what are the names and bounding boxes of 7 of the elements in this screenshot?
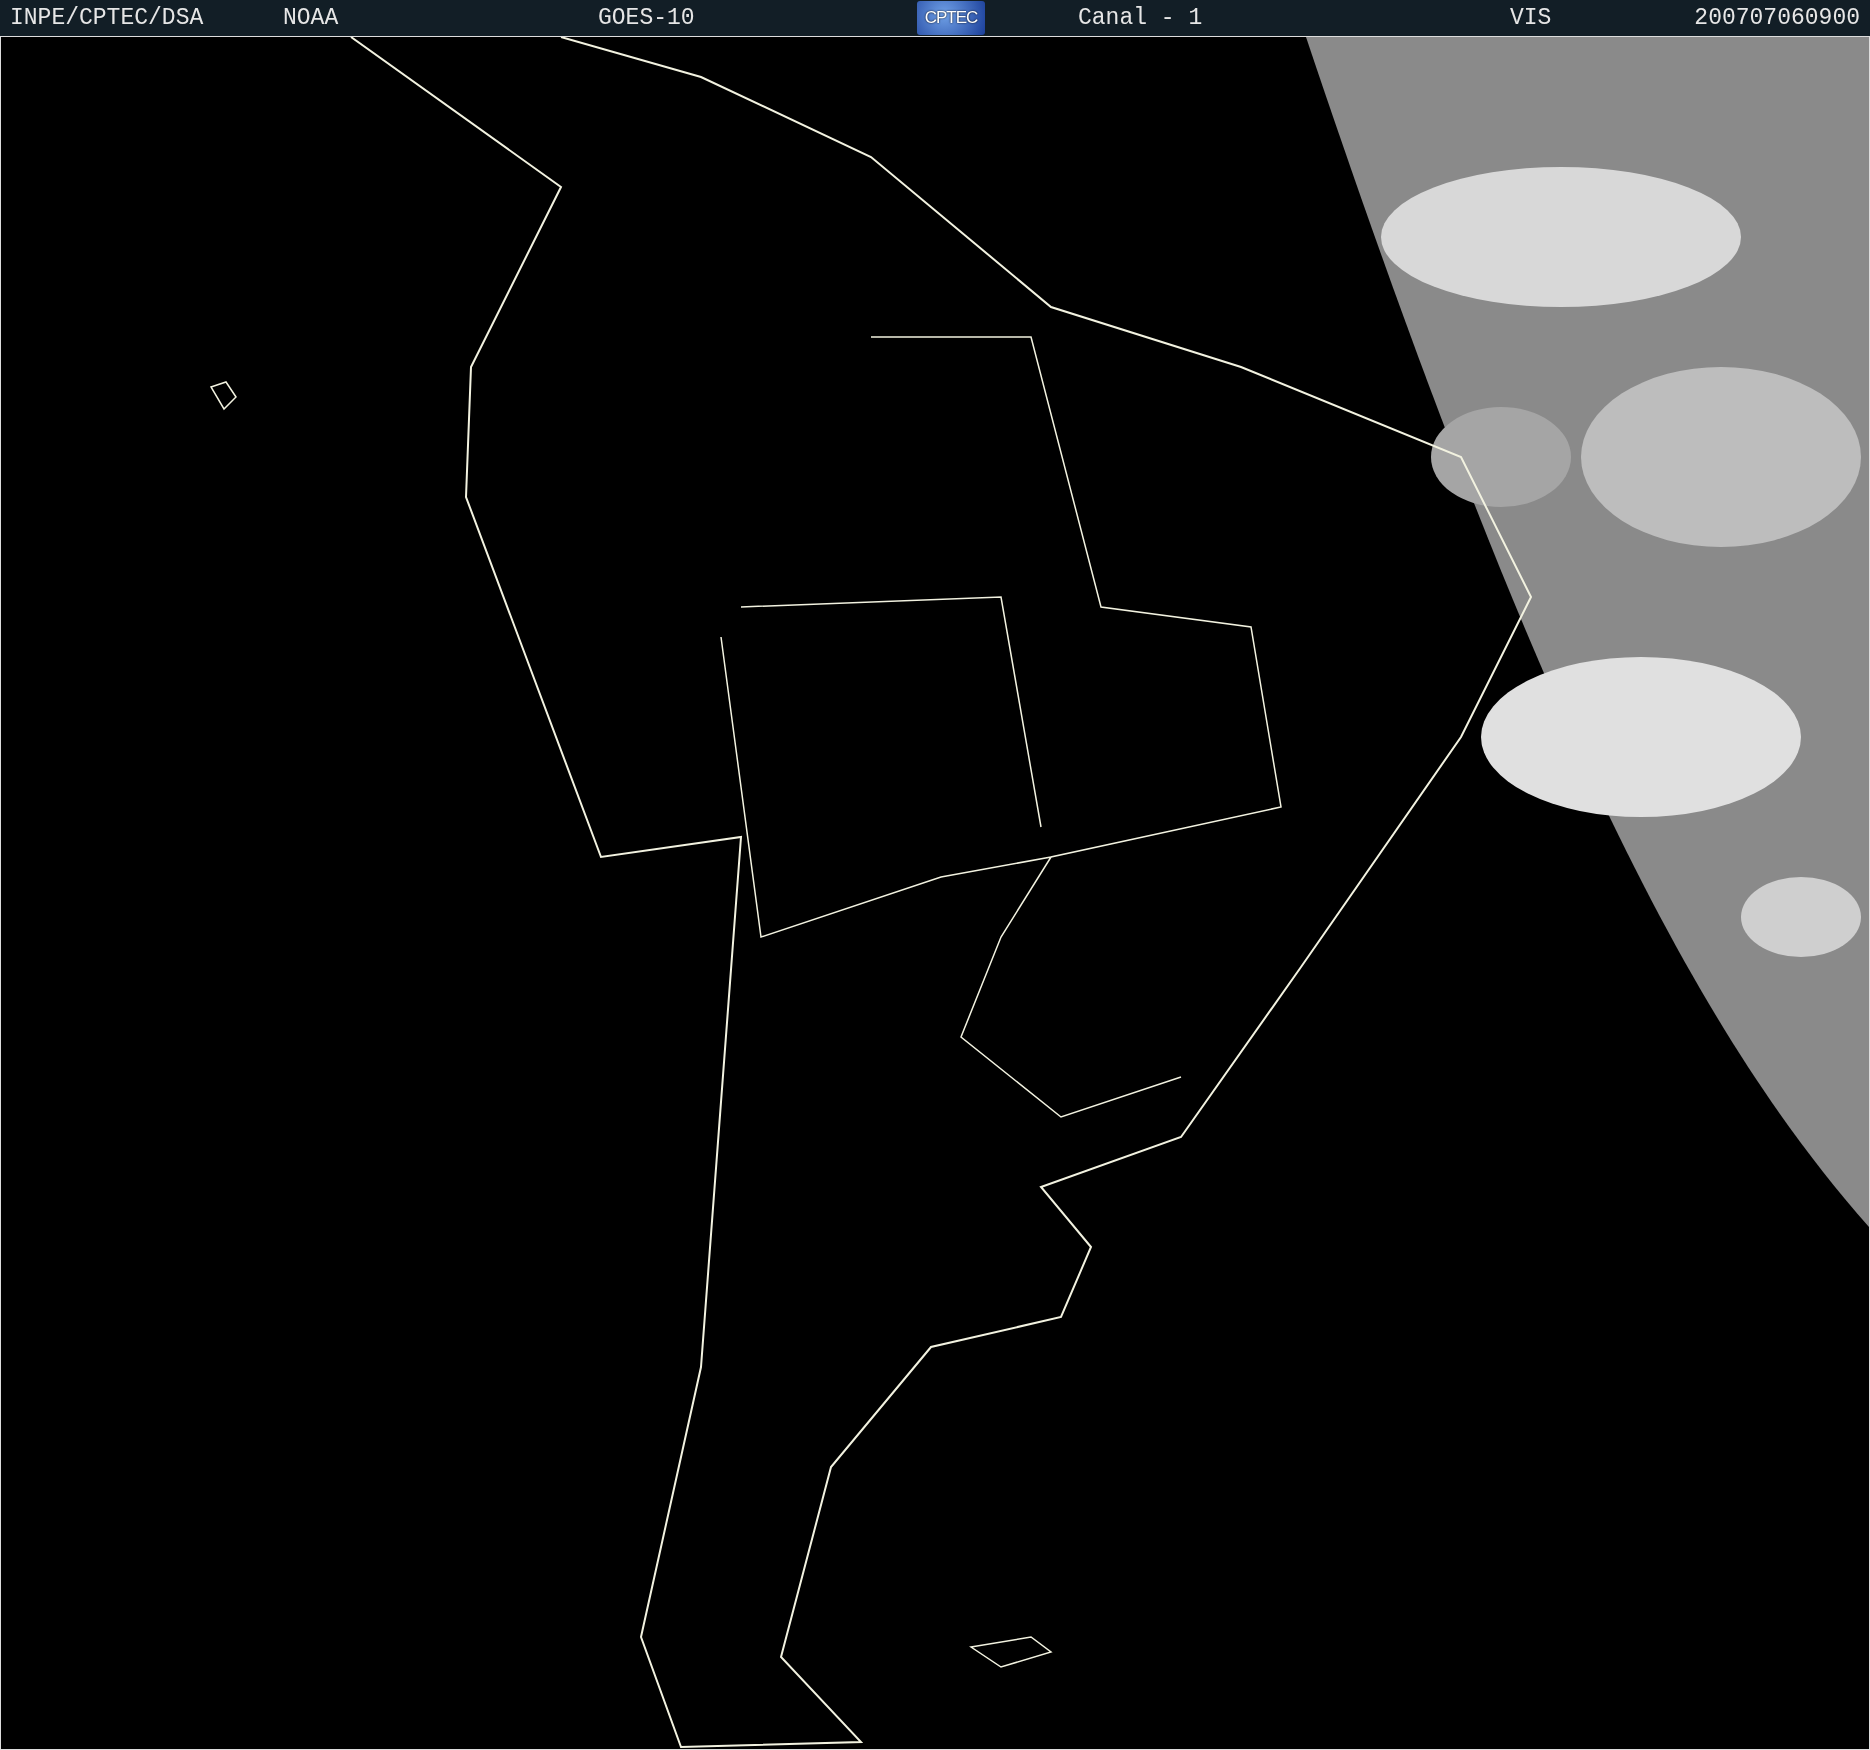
header-label: INPE/CPTEC/DSA xyxy=(10,5,205,31)
header-label: GOES-10 xyxy=(598,5,696,31)
header-label: VIS xyxy=(1510,5,1553,31)
logo: CPTEC xyxy=(917,1,985,35)
header-label: 200707060900 xyxy=(1694,5,1861,31)
header-label: Canal - 1 xyxy=(1078,5,1204,31)
header-label: NOAA xyxy=(283,5,340,31)
